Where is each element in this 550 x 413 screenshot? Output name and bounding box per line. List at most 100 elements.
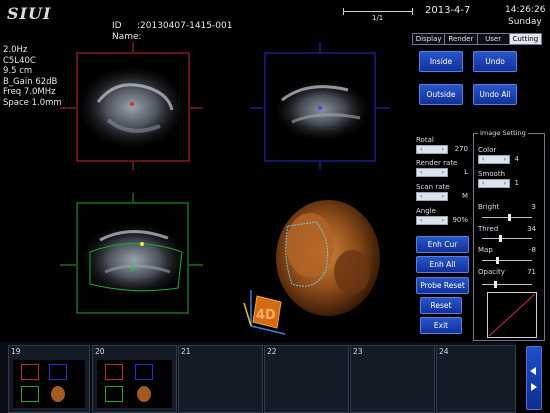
opacity-label: Opacity [478,268,505,276]
pane-a-red[interactable] [60,42,203,170]
angle-inc[interactable]: › [442,217,444,224]
undo-button[interactable]: Undo [473,51,517,72]
rotal-stepper[interactable]: ‹ › [416,145,448,154]
smooth-dec[interactable]: ‹ [482,180,484,187]
render-3d-view[interactable] [276,200,380,316]
scan-rate-inc[interactable]: › [442,193,444,200]
orient-4d-label: 4D [256,308,276,323]
image-setting-title: Image Setting [478,129,528,137]
thumbnail-number: 20 [95,347,105,356]
scan-rate-value: M [461,192,468,200]
param-probe: C5L40C [3,55,36,66]
thumbnail-slot[interactable]: 21 [178,345,263,413]
orientation-cube-icon: 4D [243,290,286,335]
opacity-value: 71 [527,268,536,276]
opacity-slider-knob[interactable] [494,281,497,288]
probe-reset-button[interactable]: Probe Reset [416,277,469,294]
brand-logo: SIUI [7,4,52,23]
rotal-label: Rotal [416,136,434,144]
date-display: 2013-4-7 [425,5,471,16]
color-label: Color [478,146,497,154]
cine-progress-label: 1/1 [372,14,384,22]
imaging-params: 2.0Hz C5L40C 9.5 cm B_Gain 62dB Freq 7.0… [3,45,62,108]
rotal-inc[interactable]: › [442,146,444,153]
cine-progress-end [412,8,413,15]
imaging-viewport[interactable]: 4D [60,40,405,340]
smooth-stepper[interactable]: ‹ › [478,179,510,188]
scan-rate-dec[interactable]: ‹ [420,193,422,200]
time-display: 14:26:26 [505,5,546,15]
map-label: Map [478,246,493,254]
undo-all-button[interactable]: Undo All [473,84,517,105]
thumbnail-number: 21 [181,347,191,356]
thred-label: Thred [478,225,499,233]
color-stepper[interactable]: ‹ › [478,155,510,164]
enh-all-button[interactable]: Enh All [416,256,469,273]
param-gain: B_Gain 62dB [3,76,58,87]
render-rate-stepper[interactable]: ‹ › [416,168,448,177]
render-rate-inc[interactable]: › [442,169,444,176]
map-value: -8 [529,246,536,254]
reset-button[interactable]: Reset [420,297,462,314]
thred-slider-knob[interactable] [499,235,502,242]
tab-cutting[interactable]: Cutting [508,33,542,45]
outside-button[interactable]: Outside [419,84,463,105]
weekday-display: Sunday [508,17,542,27]
render-rate-dec[interactable]: ‹ [420,169,422,176]
rotal-dec[interactable]: ‹ [420,146,422,153]
color-inc[interactable]: › [504,156,506,163]
tab-user[interactable]: User [476,33,509,45]
patient-id-label: ID [112,21,122,31]
scan-rate-label: Scan rate [416,183,450,191]
thumbnail-number: 24 [439,347,449,356]
bright-label: Bright [478,203,500,211]
thred-value: 34 [527,225,536,233]
opacity-slider[interactable] [482,281,532,288]
color-value: 4 [514,155,519,163]
tab-display[interactable]: Display [412,33,445,45]
thumbnail-scroll-button[interactable] [526,346,542,410]
angle-value: 90% [452,216,468,224]
angle-label: Angle [416,207,436,215]
smooth-inc[interactable]: › [504,180,506,187]
bright-slider-knob[interactable] [508,214,511,221]
thumbnail-slot[interactable]: 24 [436,345,516,413]
thumbnail-image [13,360,85,408]
thumbnail-image [97,360,172,408]
cine-progress-start [343,8,344,15]
pane-c-green[interactable] [60,193,203,314]
thumbnail-number: 23 [353,347,363,356]
opacity-curve-graph [487,292,537,338]
thumbnail-slot[interactable]: 20 [92,345,177,413]
render-rate-value: L [464,168,468,176]
map-slider-knob[interactable] [496,257,499,264]
angle-stepper[interactable]: ‹ › [416,216,448,225]
thumbnail-slot[interactable]: 19 [8,345,90,413]
param-frequency: Freq 7.0MHz [3,87,56,97]
thumbnail-strip: 19 20 21 22 23 24 [0,342,516,413]
render-rate-label: Render rate [416,159,458,167]
patient-id-value: :20130407-1415-001 [137,21,233,31]
param-frame-rate: 2.0Hz [3,45,28,55]
thumbnail-slot[interactable]: 22 [264,345,349,413]
scroll-up-arrow-icon[interactable] [530,367,536,375]
thred-slider[interactable] [482,235,532,242]
cine-progress-bar [343,11,413,12]
color-dec[interactable]: ‹ [482,156,484,163]
bright-slider[interactable] [482,214,532,221]
thumbnail-slot[interactable]: 23 [350,345,435,413]
smooth-label: Smooth [478,170,506,178]
param-depth: 9.5 cm [3,66,33,76]
enh-cur-button[interactable]: Enh Cur [416,236,469,253]
pane-b-blue[interactable] [250,42,390,170]
scan-rate-stepper[interactable]: ‹ › [416,192,448,201]
tab-render[interactable]: Render [444,33,477,45]
exit-button[interactable]: Exit [420,317,462,334]
rotal-value: 270 [454,145,468,153]
scroll-down-arrow-icon[interactable] [531,383,537,391]
inside-button[interactable]: Inside [419,51,463,72]
map-slider[interactable] [482,257,532,264]
thumbnail-number: 19 [11,347,21,356]
angle-dec[interactable]: ‹ [420,217,422,224]
param-spacing: Space 1.0mm [3,97,62,108]
